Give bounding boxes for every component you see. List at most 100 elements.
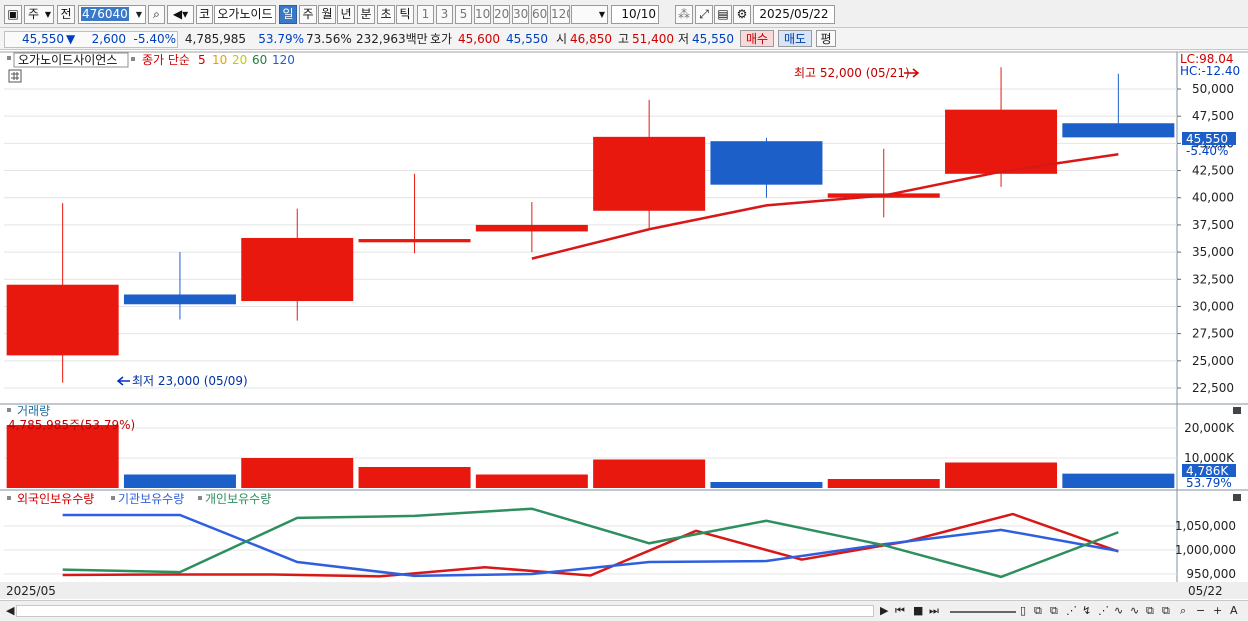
bullet-icon [131,57,135,61]
rewind-icon[interactable]: ⏮ [895,604,905,618]
period-select[interactable]: 주 ▼ [24,5,54,24]
pct-tag-text: -5.40% [1186,144,1228,158]
gear-icon[interactable]: ⚙ [733,5,751,24]
volume-ratio: 53.79% [258,32,304,46]
holding-tick-label: 1,000,000 [1175,543,1236,557]
candle-body [945,109,1058,174]
price-tick-label: 27,500 [1192,327,1234,341]
interval-5[interactable]: 5 [455,5,472,24]
volume-bar [241,458,354,488]
interval-select[interactable]: ▼ [571,5,608,24]
bullet-icon [198,496,202,500]
tab-5[interactable]: 초 [377,5,395,24]
pane-stock-name: 오가노이드사이언스 [18,53,117,67]
stock-code-input[interactable]: 476040 ▼ [78,5,146,24]
tool-icon[interactable]: ⧉ [1162,604,1170,618]
search-icon[interactable]: ⌕ [148,5,165,24]
eval-button[interactable]: 평 [816,30,836,47]
tool-icon[interactable]: ∿ [1114,604,1123,618]
price-tick-label: 25,000 [1192,354,1234,368]
tab-1[interactable]: 주 [299,5,317,24]
tool-icon[interactable]: ⋰ [1098,604,1109,618]
tab-3[interactable]: 년 [337,5,355,24]
font-size-icon[interactable]: A [1230,604,1238,618]
stop-icon[interactable]: ■ [913,604,923,618]
interval-60[interactable]: 60 [531,5,548,24]
tab-2[interactable]: 월 [318,5,336,24]
tab-4[interactable]: 분 [357,5,375,24]
ma-period-120: 120 [272,53,295,67]
change-rate: -5.40% [133,32,176,46]
turnover-rate: 73.56% [306,32,352,46]
scroll-right-icon[interactable]: ▶ [880,604,888,618]
draw-icon[interactable]: ⤢ [695,5,713,24]
interval-120[interactable]: 120 [550,5,570,24]
pane-close-icon[interactable] [1233,494,1241,501]
speaker-icon[interactable]: ◀▾ [167,5,194,24]
volume-bar [6,425,119,488]
price-tick-label: 47,500 [1192,109,1234,123]
volume-bar [358,467,471,488]
tool-icon[interactable]: ↯ [1082,604,1091,618]
zoom-icon[interactable]: ⌕ [1180,604,1186,618]
tool-icon[interactable]: ▯ [1020,604,1026,618]
volume-bar [593,459,706,488]
scroll-bar[interactable]: ◀ ▶ ⏮ ■ ⏭ ▯ ⧉ ⧉ ⋰ ↯ ⋰ ∿ ∿ ⧉ ⧉ ⌕ − + A [0,600,1248,621]
tool-icon[interactable]: ⧉ [1034,604,1042,618]
candle-body [241,237,354,302]
price-tick-label: 42,500 [1192,164,1234,178]
forward-icon[interactable]: ⏭ [929,604,939,618]
high-price: 51,400 [632,32,674,46]
interval-3[interactable]: 3 [436,5,453,24]
layout-icon[interactable]: ▣ [4,5,22,24]
holding-tick-label: 950,000 [1186,567,1236,581]
hc-label: HC:-12.40 [1180,64,1240,78]
price-tick-label: 50,000 [1192,82,1234,96]
holding-tick-label: 1,050,000 [1175,519,1236,533]
volume-bar [827,479,940,488]
date-input[interactable]: 2025/05/22 [753,5,835,24]
grid-toggle-icon[interactable] [8,69,22,83]
minus-icon[interactable]: − [1196,604,1205,618]
bullet-icon [111,496,115,500]
interval-1[interactable]: 1 [417,5,434,24]
interval-20[interactable]: 20 [493,5,510,24]
interval-10[interactable]: 10 [474,5,491,24]
volume: 4,785,985 [184,32,246,46]
period-select-value: 주 [28,7,40,21]
price-tick-label: 30,000 [1192,299,1234,313]
stock-name[interactable]: 오가노이드 [214,5,276,24]
interval-30[interactable]: 30 [512,5,529,24]
tab-6[interactable]: 틱 [396,5,414,24]
quote-bar: 45,550 ▼ 2,600 -5.40% 4,785,985 53.79% 7… [0,28,1248,50]
legend-foreign: 외국인보유수량 [17,492,94,506]
volume-tag-pct: 53.79% [1186,476,1232,490]
chart-area[interactable]: 22,500 25,000 27,500 30,000 32,500 35,000 37,5… [0,50,1248,600]
market-label[interactable]: 코 [196,5,213,24]
scroll-left-icon[interactable]: ◀ [6,604,14,618]
count-input[interactable]: 10/10 [611,5,659,24]
tab-0[interactable]: 일 [279,5,297,24]
ma-period-10: 10 [212,53,227,67]
save-icon[interactable]: ▤ [714,5,732,24]
pane-close-icon[interactable] [1233,407,1241,414]
low-label: 저 [678,32,690,46]
toolbar: ▣ 주 ▼ 전 476040 ▼ ⌕ ◀▾ 코 오가노이드 일주월년분초틱 1351… [0,0,1248,28]
tool-icon[interactable]: ⋰ [1066,604,1077,618]
tool-icon[interactable]: ∿ [1130,604,1139,618]
prev-button[interactable]: 전 [57,5,75,24]
tool-icon[interactable]: ⧉ [1146,604,1154,618]
plus-icon[interactable]: + [1213,604,1222,618]
scroll-track[interactable] [16,605,874,617]
link-icon[interactable]: ⁂ [675,5,693,24]
price-tick-label: 32,500 [1192,272,1234,286]
zoom-slider[interactable] [950,611,1016,613]
sell-button[interactable]: 매도 [778,30,812,47]
down-arrow-icon: ▼ [66,32,76,46]
ma-legend-periods: 5 10 20 60 120 [198,53,295,67]
tool-icon[interactable]: ⧉ [1050,604,1058,618]
high-label: 고 [618,32,630,46]
candle-body [6,284,119,356]
volume-tick-label: 20,000K [1184,421,1235,435]
buy-button[interactable]: 매수 [740,30,774,47]
